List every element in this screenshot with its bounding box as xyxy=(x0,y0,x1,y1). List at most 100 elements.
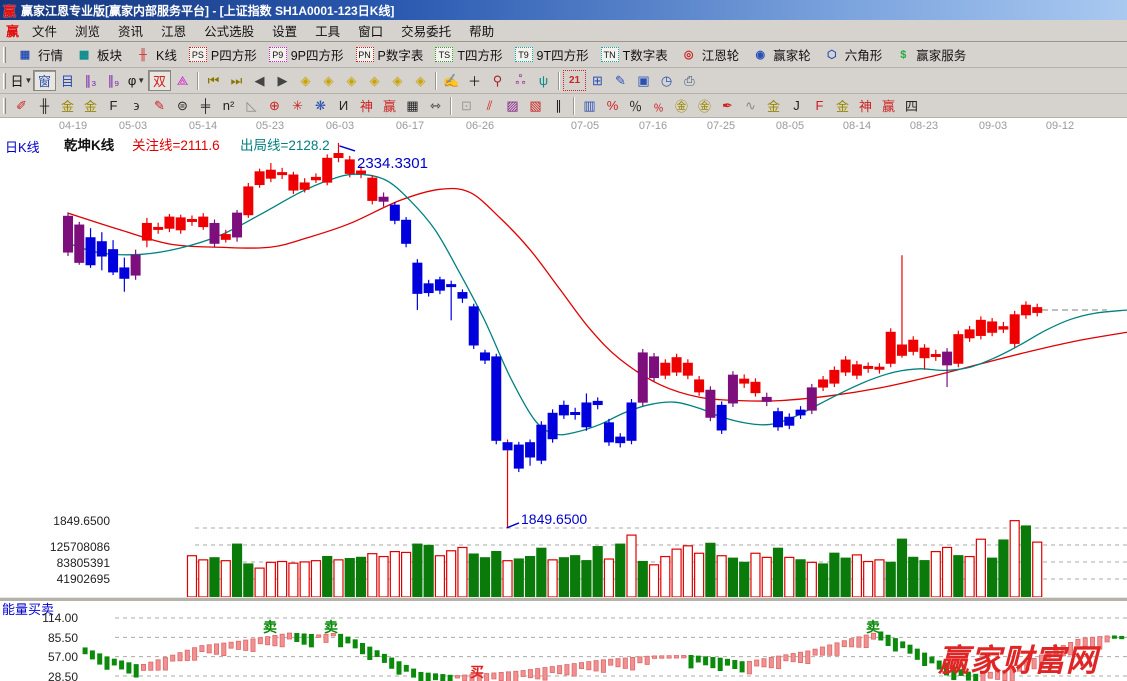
pane-separator[interactable] xyxy=(0,597,1127,601)
toolbar-button-candle-style[interactable]: φ ▼ xyxy=(125,70,148,91)
toolbar-button-bars-3[interactable]: ∥₃ xyxy=(79,70,102,91)
toolbar-button-9p-square[interactable]: P9 9P四方形 xyxy=(263,43,350,66)
toolbar-button-percent-line[interactable]: ﹪ xyxy=(647,95,670,116)
toolbar-button-p-number-table[interactable]: PN P数字表 xyxy=(350,43,430,66)
menu-item-4[interactable]: 江恩 xyxy=(152,19,195,42)
menu-item-9[interactable]: 交易委托 xyxy=(392,19,460,42)
toolbar-button-9t-square[interactable]: T9 9T四方形 xyxy=(509,43,595,66)
toolbar-button-ying-angle[interactable]: 赢 xyxy=(877,95,900,116)
toolbar-button-pen-tool[interactable]: ✎ xyxy=(148,95,171,116)
toolbar-button-p-square[interactable]: PS P四方形 xyxy=(183,43,263,66)
toolbar-button-gold-segment-2[interactable]: 金 xyxy=(79,95,102,116)
toolbar-button-ying-tool[interactable]: 赢 xyxy=(378,95,401,116)
toolbar-button-first-bar[interactable]: ⏮ xyxy=(202,70,225,91)
menu-item-1[interactable]: 文件 xyxy=(23,19,66,42)
toolbar-button-bars-9[interactable]: ∥₉ xyxy=(102,70,125,91)
toolbar-button-gold-segment-1[interactable]: 金 xyxy=(56,95,79,116)
toolbar-button-f-angle[interactable]: F xyxy=(808,95,831,116)
toolbar-button-gann-tool[interactable]: ஃ xyxy=(509,70,532,91)
toolbar-button-box-select[interactable]: ⊡ xyxy=(455,95,478,116)
menu-item-3[interactable]: 资讯 xyxy=(109,19,152,42)
toolbar-button-qiankun-toggle[interactable]: 双 xyxy=(148,70,171,91)
toolbar-button-stats-bars[interactable]: ▥ xyxy=(578,95,601,116)
toolbar-button-gold-angle-2[interactable]: 金 xyxy=(831,95,854,116)
toolbar-button-gann-square-tool[interactable]: ▧ xyxy=(524,95,547,116)
toolbar-button-winner-wheel[interactable]: ◉ 赢家轮 xyxy=(745,43,817,66)
toolbar-button-calculator[interactable]: ⊞ xyxy=(586,70,609,91)
toolbar-button-t-square[interactable]: TS T四方形 xyxy=(429,43,508,66)
menu-item-8[interactable]: 窗口 xyxy=(349,19,392,42)
toolbar-button-fan-lines[interactable]: ⫽ xyxy=(478,95,501,116)
toolbar-button-gold-circle-1[interactable]: ㊎ xyxy=(670,95,693,116)
toolbar-button-wave-angle[interactable]: ∿ xyxy=(739,95,762,116)
toolbar-button-web-grid[interactable]: ❋ xyxy=(309,95,332,116)
menu-item-2[interactable]: 浏览 xyxy=(66,19,109,42)
toolbar-button-width-arrow[interactable]: ⇿ xyxy=(424,95,447,116)
toolbar-button-diamond-expand-all[interactable]: ◈ xyxy=(386,70,409,91)
toolbar-button-sectors[interactable]: ▩ 板块 xyxy=(69,43,128,66)
toolbar-button-prev-bar[interactable]: ◀ xyxy=(248,70,271,91)
toolbar-button-angle-ruler[interactable]: ◺ xyxy=(240,95,263,116)
toolbar-button-diamond-compress[interactable]: ◈ xyxy=(363,70,386,91)
indicator-legend-name[interactable]: 乾坤K线 xyxy=(64,134,114,154)
toolbar-button-gold-angle[interactable]: 金 xyxy=(762,95,785,116)
toolbar-button-zoom-tool[interactable]: ⚲ xyxy=(486,70,509,91)
toolbar-button-chart-window[interactable]: 窗 xyxy=(33,70,56,91)
toolbar-button-fibonacci-tool[interactable]: F xyxy=(102,95,125,116)
toolbar-button-four-angle[interactable]: 四 xyxy=(900,95,923,116)
toolbar-grip[interactable] xyxy=(3,97,6,114)
toolbar-button-diamond-fit[interactable]: ◈ xyxy=(409,70,432,91)
menu-item-7[interactable]: 工具 xyxy=(306,19,349,42)
toolbar-grip[interactable] xyxy=(3,46,6,63)
toolbar-button-last-bar[interactable]: ⏭ xyxy=(225,70,248,91)
toolbar-button-j-angle[interactable]: J xyxy=(785,95,808,116)
toolbar-button-shen-angle[interactable]: 神 xyxy=(854,95,877,116)
toolbar-button-save[interactable]: ▣ xyxy=(632,70,655,91)
toolbar-button-wave-mark[interactable]: И xyxy=(332,95,355,116)
toolbar-button-measure-lines[interactable]: ╫ xyxy=(33,95,56,116)
toolbar-button-percent-retrace[interactable]: % xyxy=(601,95,624,116)
menu-item-5[interactable]: 公式选股 xyxy=(195,19,263,42)
toolbar-button-notes[interactable]: ✎ xyxy=(609,70,632,91)
toolbar-button-gold-circle-2[interactable]: ㊎ xyxy=(693,95,716,116)
menu-item-6[interactable]: 设置 xyxy=(263,19,306,42)
toolbar-button-grid-123[interactable]: ▦ xyxy=(401,95,424,116)
toolbar-button-parallel-lines[interactable]: ∥ xyxy=(547,95,570,116)
toolbar-button-percent-tool[interactable]: ％ xyxy=(624,95,647,116)
dropdown-arrow-icon[interactable]: ▼ xyxy=(137,76,145,85)
toolbar-button-quotes[interactable]: ▦ 行情 xyxy=(10,43,69,66)
toolbar-button-spiral-tool[interactable]: ϶ xyxy=(125,95,148,116)
toolbar-button-diamond-right[interactable]: ◈ xyxy=(317,70,340,91)
toolbar-button-next-bar[interactable]: ▶ xyxy=(271,70,294,91)
toolbar-button-hand-tool[interactable]: ✍ xyxy=(440,70,463,91)
toolbar-button-star-web[interactable]: ✳ xyxy=(286,95,309,116)
toolbar-button-winner-service[interactable]: $ 赢家服务 xyxy=(888,43,972,66)
toolbar-button-hexagon[interactable]: ⬡ 六角形 xyxy=(817,43,889,66)
toolbar-button-print[interactable]: ⎙ xyxy=(678,70,701,91)
toolbar-button-t-number-table[interactable]: TN T数字表 xyxy=(595,43,674,66)
toolbar-button-circle-cycle[interactable]: ⊜ xyxy=(171,95,194,116)
toolbar-button-calendar[interactable]: 21 xyxy=(563,70,586,91)
toolbar-button-analysis-tool[interactable]: ψ xyxy=(532,70,555,91)
dropdown-arrow-icon[interactable]: ▼ xyxy=(25,76,33,85)
toolbar-button-gann-box[interactable]: ▨ xyxy=(501,95,524,116)
toolbar-button-n-square[interactable]: n² xyxy=(217,95,240,116)
toolbar-button-quote-list[interactable]: 目 xyxy=(56,70,79,91)
toolbar-button-diamond-h-expand[interactable]: ◈ xyxy=(340,70,363,91)
toolbar-button-shen-tool[interactable]: 神 xyxy=(355,95,378,116)
toolbar-button-kline[interactable]: ╫ K线 xyxy=(128,43,183,66)
toolbar-button-crosshair-tool[interactable]: ＋ xyxy=(463,70,486,91)
toolbar-button-gann-wheel[interactable]: ◎ 江恩轮 xyxy=(674,43,746,66)
toolbar-button-knife-tool[interactable]: ✐ xyxy=(10,95,33,116)
toolbar-button-brush-angle[interactable]: ✒ xyxy=(716,95,739,116)
toolbar-grip[interactable] xyxy=(3,72,6,89)
toolbar-button-circle-cross[interactable]: ⊕ xyxy=(263,95,286,116)
chart-area[interactable]: 04-19 05-03 05-14 05-23 06-03 06-17 06-26 07-05… xyxy=(0,118,1127,681)
toolbar-button-color-chart[interactable]: ⟁ xyxy=(171,70,194,91)
toolbar-button-diamond-left[interactable]: ◈ xyxy=(294,70,317,91)
toolbar-button-period-daily[interactable]: 日 ▼ xyxy=(10,70,33,91)
title-bar[interactable]: 赢 赢家江恩专业版[赢家内部服务平台] - [上证指数 SH1A0001-123… xyxy=(0,0,1127,20)
toolbar-button-scheduled-save[interactable]: ◷ xyxy=(655,70,678,91)
toolbar-button-tick-ruler[interactable]: ╪ xyxy=(194,95,217,116)
menu-item-10[interactable]: 帮助 xyxy=(460,19,503,42)
